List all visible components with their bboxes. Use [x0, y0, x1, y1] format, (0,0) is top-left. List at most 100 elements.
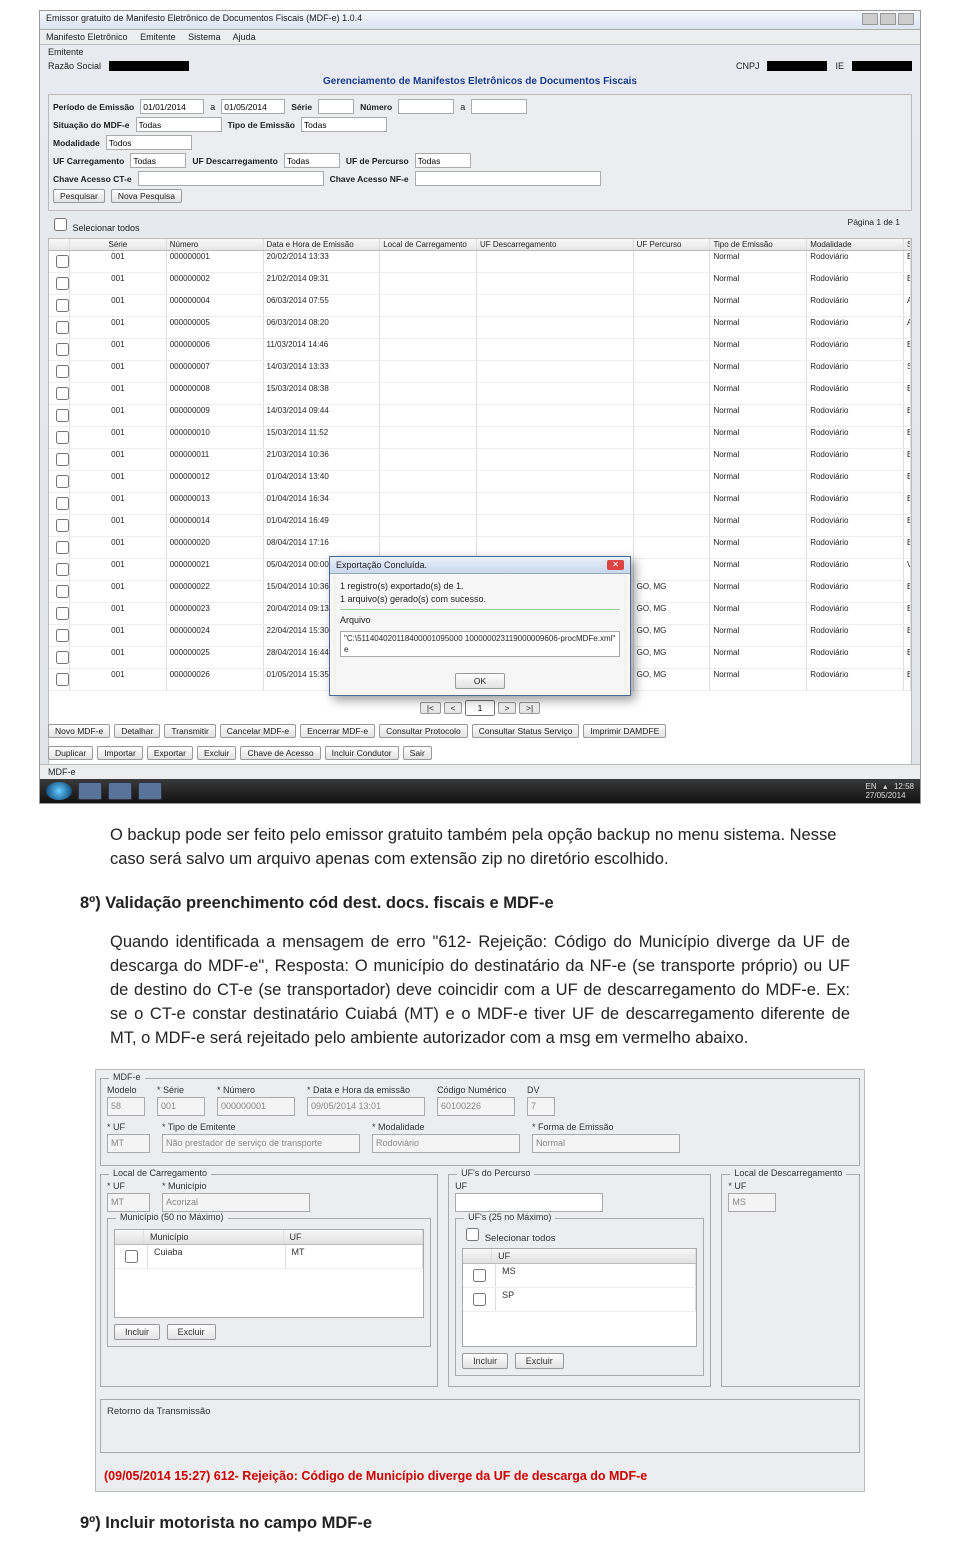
table-row[interactable]: MS	[463, 1264, 696, 1288]
menu-item[interactable]: Ajuda	[233, 32, 256, 42]
row-checkbox[interactable]	[56, 563, 69, 576]
page-input[interactable]	[465, 700, 495, 716]
table-row[interactable]: 00100000001015/03/2014 11:52NormalRodovi…	[49, 427, 911, 449]
numero-input[interactable]	[217, 1097, 295, 1116]
taskbar-app-icon[interactable]	[108, 782, 132, 800]
table-row[interactable]: 00100000001401/04/2014 16:49NormalRodovi…	[49, 515, 911, 537]
row-checkbox[interactable]	[473, 1269, 486, 1282]
table-row[interactable]: 00100000000506/03/2014 08:20NormalRodovi…	[49, 317, 911, 339]
situacao-select[interactable]	[136, 117, 222, 132]
row-checkbox[interactable]	[56, 519, 69, 532]
row-checkbox[interactable]	[125, 1250, 138, 1263]
table-row[interactable]: 00100000000120/02/2014 13:33NormalRodovi…	[49, 251, 911, 273]
action-button[interactable]: Duplicar	[48, 746, 93, 760]
action-button[interactable]: Transmitir	[164, 724, 215, 738]
row-checkbox[interactable]	[56, 673, 69, 686]
action-button[interactable]: Consultar Protocolo	[379, 724, 468, 738]
max-icon[interactable]	[880, 13, 896, 25]
action-button[interactable]: Imprimir DAMDFE	[583, 724, 666, 738]
ok-button[interactable]: OK	[455, 673, 505, 689]
action-button[interactable]: Consultar Status Serviço	[472, 724, 580, 738]
action-button[interactable]: Novo MDF-e	[48, 724, 110, 738]
desc-uf-select[interactable]	[728, 1193, 776, 1212]
min-icon[interactable]	[862, 13, 878, 25]
table-row[interactable]: SP	[463, 1288, 696, 1312]
dialog-close-icon[interactable]: ✕	[607, 560, 624, 570]
serie-input[interactable]	[157, 1097, 205, 1116]
close-icon[interactable]	[898, 13, 914, 25]
dv-input[interactable]	[527, 1097, 555, 1116]
row-checkbox[interactable]	[56, 409, 69, 422]
excluir-button[interactable]: Excluir	[167, 1324, 216, 1340]
taskbar-app-icon[interactable]	[78, 782, 102, 800]
menu-item[interactable]: Sistema	[188, 32, 221, 42]
table-row[interactable]: 00100000000914/03/2014 09:44NormalRodovi…	[49, 405, 911, 427]
action-button[interactable]: Detalhar	[114, 724, 160, 738]
table-row[interactable]: 00100000001201/04/2014 13:40NormalRodovi…	[49, 471, 911, 493]
action-button[interactable]: Sair	[403, 746, 432, 760]
chave-cte-input[interactable]	[138, 171, 324, 186]
excluir-button[interactable]: Excluir	[515, 1353, 564, 1369]
action-button[interactable]: Encerrar MDF-e	[300, 724, 375, 738]
table-row[interactable]: 00100000000406/03/2014 07:55NormalRodovi…	[49, 295, 911, 317]
action-button[interactable]: Cancelar MDF-e	[220, 724, 296, 738]
tipo-emissao-select[interactable]	[301, 117, 387, 132]
table-row[interactable]: Cuiaba MT	[115, 1245, 423, 1269]
periodo-ate-input[interactable]	[221, 99, 285, 114]
menu-item[interactable]: Emitente	[140, 32, 176, 42]
row-checkbox[interactable]	[473, 1293, 486, 1306]
tipo-emit-select[interactable]	[162, 1134, 360, 1153]
row-checkbox[interactable]	[56, 607, 69, 620]
row-checkbox[interactable]	[56, 497, 69, 510]
uf-desc-select[interactable]	[284, 153, 340, 168]
perc-select-all-checkbox[interactable]	[466, 1228, 479, 1241]
row-checkbox[interactable]	[56, 585, 69, 598]
data-input[interactable]	[307, 1097, 425, 1116]
carr-uf-select[interactable]	[107, 1193, 150, 1212]
table-row[interactable]: 00100000000221/02/2014 09:31NormalRodovi…	[49, 273, 911, 295]
prev-page-button[interactable]: <	[444, 702, 463, 714]
row-checkbox[interactable]	[56, 453, 69, 466]
numero-de-input[interactable]	[398, 99, 454, 114]
modelo-input[interactable]	[107, 1097, 145, 1116]
row-checkbox[interactable]	[56, 255, 69, 268]
carr-mun-select[interactable]	[162, 1193, 310, 1212]
forma-select[interactable]	[532, 1134, 680, 1153]
row-checkbox[interactable]	[56, 475, 69, 488]
incluir-button[interactable]: Incluir	[114, 1324, 160, 1340]
action-button[interactable]: Excluir	[197, 746, 237, 760]
action-button[interactable]: Importar	[97, 746, 143, 760]
uf-select[interactable]	[107, 1134, 150, 1153]
row-checkbox[interactable]	[56, 651, 69, 664]
action-button[interactable]: Incluir Condutor	[325, 746, 399, 760]
row-checkbox[interactable]	[56, 365, 69, 378]
uf-carr-select[interactable]	[130, 153, 186, 168]
action-button[interactable]: Chave de Acesso	[240, 746, 320, 760]
serie-input[interactable]	[318, 99, 354, 114]
nova-pesquisa-button[interactable]: Nova Pesquisa	[111, 189, 182, 203]
table-row[interactable]: 00100000000815/03/2014 08:38NormalRodovi…	[49, 383, 911, 405]
first-page-button[interactable]: |<	[420, 702, 441, 714]
row-checkbox[interactable]	[56, 299, 69, 312]
last-page-button[interactable]: >|	[519, 702, 540, 714]
row-checkbox[interactable]	[56, 277, 69, 290]
table-row[interactable]: 00100000000714/03/2014 13:33NormalRodovi…	[49, 361, 911, 383]
modalidade-select[interactable]	[372, 1134, 520, 1153]
next-page-button[interactable]: >	[498, 702, 517, 714]
periodo-de-input[interactable]	[140, 99, 204, 114]
pesquisar-button[interactable]: Pesquisar	[53, 189, 105, 203]
chave-nfe-input[interactable]	[415, 171, 601, 186]
row-checkbox[interactable]	[56, 387, 69, 400]
incluir-button[interactable]: Incluir	[462, 1353, 508, 1369]
row-checkbox[interactable]	[56, 431, 69, 444]
taskbar-app-icon[interactable]	[138, 782, 162, 800]
perc-uf-select[interactable]	[455, 1193, 603, 1212]
table-row[interactable]: 00100000001301/04/2014 16:34NormalRodovi…	[49, 493, 911, 515]
table-row[interactable]: 00100000001121/03/2014 10:36NormalRodovi…	[49, 449, 911, 471]
numero-ate-input[interactable]	[471, 99, 527, 114]
table-row[interactable]: 00100000000611/03/2014 14:46NormalRodovi…	[49, 339, 911, 361]
uf-perc-select[interactable]	[415, 153, 471, 168]
action-button[interactable]: Exportar	[147, 746, 193, 760]
codigo-input[interactable]	[437, 1097, 515, 1116]
selecionar-todos-checkbox[interactable]	[54, 218, 67, 231]
